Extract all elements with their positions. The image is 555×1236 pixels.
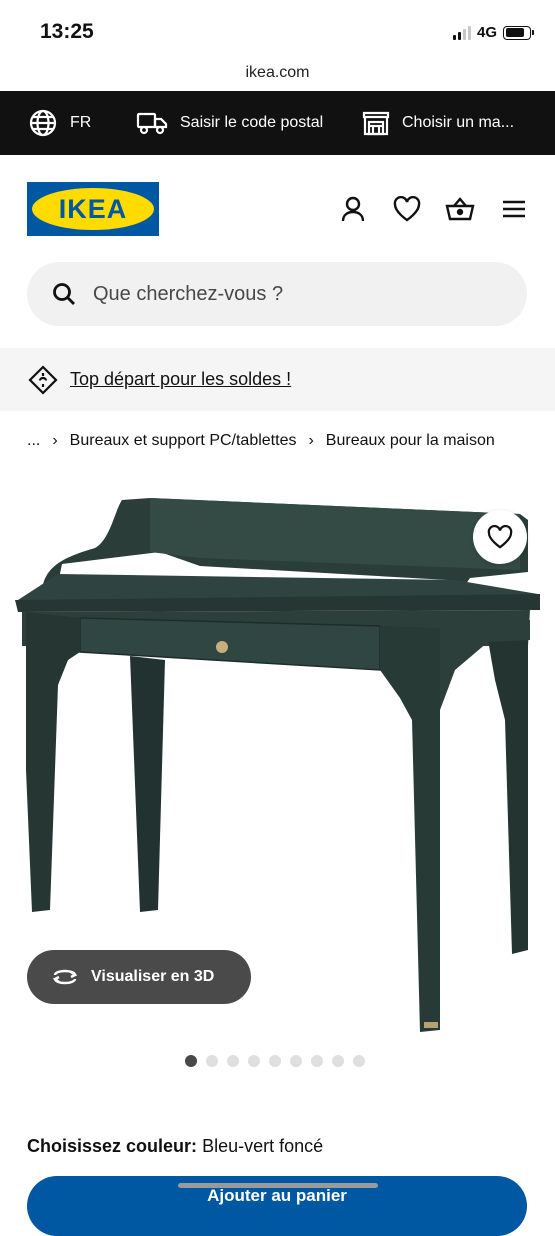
breadcrumb-item[interactable]: Bureaux pour la maison (326, 432, 495, 450)
signal-icon (452, 25, 471, 40)
gallery-dot[interactable] (227, 1055, 239, 1067)
gallery-pagination (185, 1055, 365, 1067)
add-to-cart-label: Ajouter au panier (207, 1186, 347, 1205)
url-bar[interactable]: ikea.com (0, 60, 555, 90)
color-label: Choisissez couleur: (27, 1136, 198, 1156)
gallery-dot[interactable] (248, 1055, 260, 1067)
top-utility-bar: FR Saisir le code postal Choisir un ma..… (0, 91, 555, 155)
breadcrumb-item[interactable]: Bureaux et support PC/tablettes (70, 432, 297, 450)
chevron-right-icon: › (308, 432, 314, 449)
color-selector[interactable]: Choisissez couleur: Bleu-vert foncé (27, 1136, 323, 1158)
gallery-dot[interactable] (332, 1055, 344, 1067)
tag-icon (28, 364, 58, 395)
postal-code-label: Saisir le code postal (180, 114, 324, 131)
logo-text: IKEA (58, 194, 128, 224)
status-bar: 13:25 4G (0, 0, 555, 62)
favorite-button[interactable] (473, 510, 527, 564)
user-icon[interactable] (338, 194, 368, 224)
heart-icon (487, 525, 513, 549)
status-time: 13:25 (40, 20, 94, 43)
menu-icon[interactable] (499, 194, 529, 224)
postal-code-button[interactable]: Saisir le code postal (136, 91, 323, 155)
rotate-3d-icon (52, 969, 78, 985)
gallery-dot[interactable] (185, 1055, 197, 1067)
store-label: Choisir un ma... (402, 114, 515, 131)
site-header: IKEA (0, 170, 555, 250)
gallery-dot[interactable] (353, 1055, 365, 1067)
language-selector[interactable]: FR (28, 91, 91, 155)
home-indicator[interactable] (178, 1183, 378, 1188)
battery-icon (503, 25, 534, 40)
basket-icon[interactable] (445, 194, 475, 224)
promo-banner[interactable]: Top départ pour les soldes ! (0, 348, 555, 411)
gallery-dot[interactable] (290, 1055, 302, 1067)
breadcrumb: ... › Bureaux et support PC/tablettes › … (27, 430, 555, 452)
gallery-dot[interactable] (311, 1055, 323, 1067)
breadcrumb-ellipsis[interactable]: ... (27, 432, 40, 450)
store-icon (362, 111, 390, 136)
truck-icon (136, 112, 168, 135)
search-bar[interactable] (27, 262, 527, 326)
status-indicators: 4G (452, 24, 534, 41)
color-value: Bleu-vert foncé (202, 1136, 324, 1156)
view-3d-label: Visualiser en 3D (91, 968, 215, 985)
view-3d-button[interactable]: Visualiser en 3D (27, 950, 251, 1004)
globe-icon (29, 109, 57, 137)
ikea-logo[interactable]: IKEA (27, 182, 159, 236)
store-selector[interactable]: Choisir un ma... (362, 91, 514, 155)
search-input[interactable] (91, 281, 475, 307)
heart-icon[interactable] (392, 194, 422, 224)
gallery-dot[interactable] (269, 1055, 281, 1067)
promo-link[interactable]: Top départ pour les soldes ! (70, 369, 291, 390)
network-label: 4G (476, 24, 497, 41)
language-label: FR (70, 114, 92, 131)
chevron-right-icon: › (52, 432, 58, 449)
search-icon (53, 283, 75, 305)
gallery-dot[interactable] (206, 1055, 218, 1067)
